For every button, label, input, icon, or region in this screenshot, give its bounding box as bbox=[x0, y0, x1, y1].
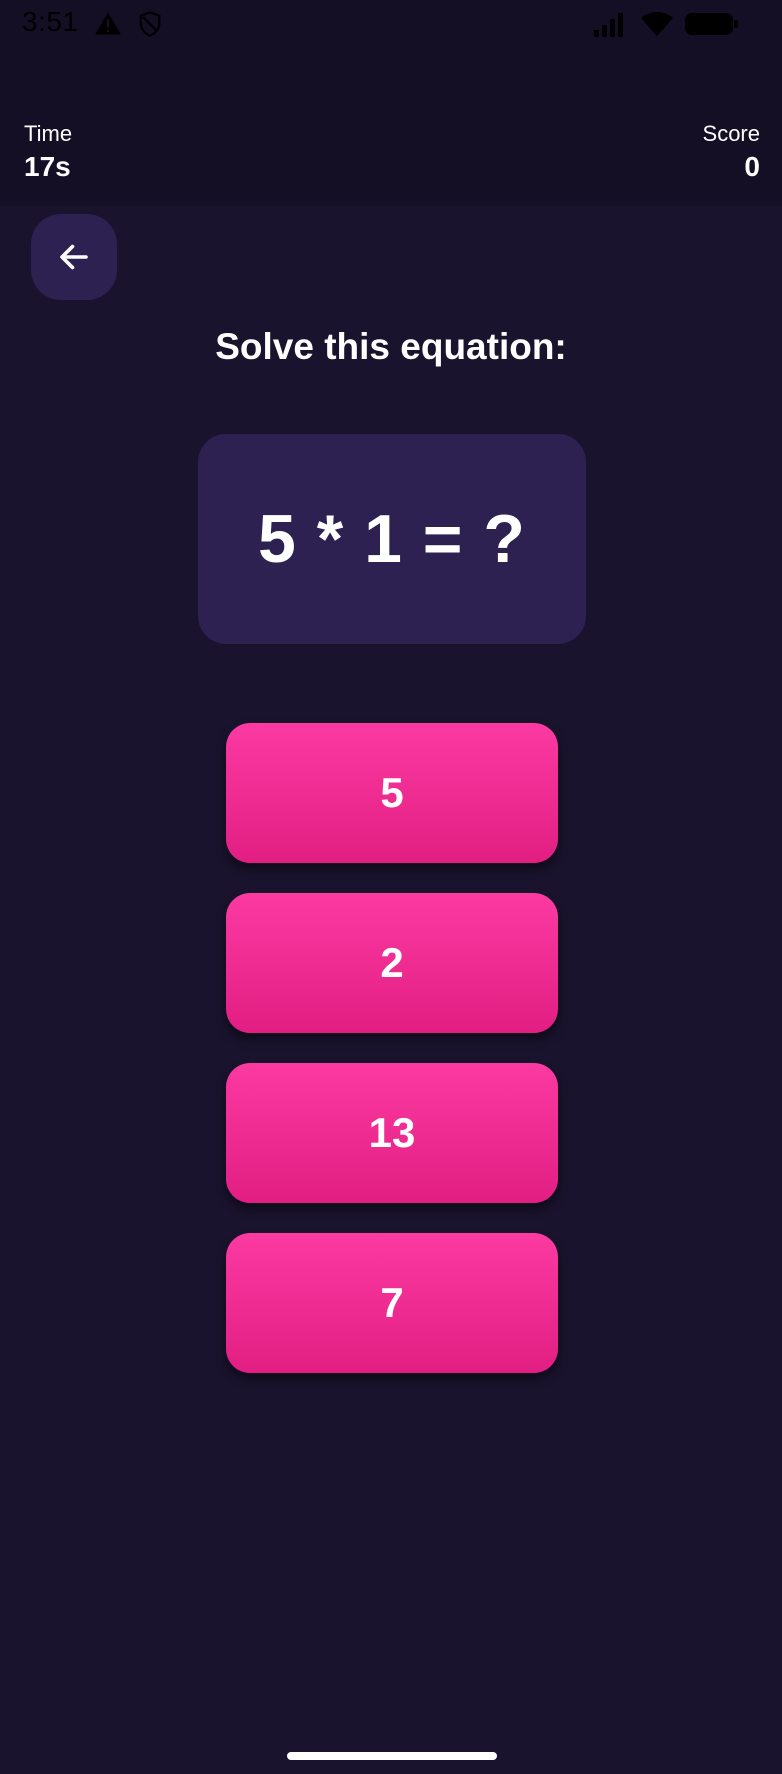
status-bar: 3:51 bbox=[0, 0, 782, 46]
answer-options: 5 2 13 7 bbox=[226, 723, 558, 1403]
score-stat: Score 0 bbox=[703, 120, 760, 186]
home-indicator[interactable] bbox=[287, 1752, 497, 1760]
answer-button-3[interactable]: 13 bbox=[226, 1063, 558, 1203]
question-prompt: Solve this equation: bbox=[215, 326, 567, 367]
shield-icon bbox=[139, 11, 161, 37]
score-value: 0 bbox=[744, 151, 760, 182]
game-header: Time 17s Score 0 bbox=[0, 46, 782, 206]
wifi-icon bbox=[641, 12, 673, 36]
time-stat: Time 17s bbox=[24, 120, 72, 186]
equation-text: 5 * 1 = ? bbox=[258, 501, 526, 577]
back-button[interactable] bbox=[31, 214, 117, 300]
time-label: Time bbox=[24, 121, 73, 146]
signal-icon bbox=[594, 13, 623, 37]
time-value: 17s bbox=[24, 151, 71, 182]
arrow-left-icon bbox=[60, 244, 88, 270]
score-label: Score bbox=[702, 121, 760, 146]
answer-button-4[interactable]: 7 bbox=[226, 1233, 558, 1373]
quiz-screen: 3:51 Time 17s Score 0 Solve this equatio… bbox=[0, 0, 782, 1774]
battery-icon bbox=[685, 13, 738, 35]
status-time: 3:51 bbox=[22, 6, 79, 37]
answer-button-2[interactable]: 2 bbox=[226, 893, 558, 1033]
equation-card: 5 * 1 = ? bbox=[198, 434, 586, 644]
answer-button-1[interactable]: 5 bbox=[226, 723, 558, 863]
warning-icon bbox=[95, 12, 121, 35]
